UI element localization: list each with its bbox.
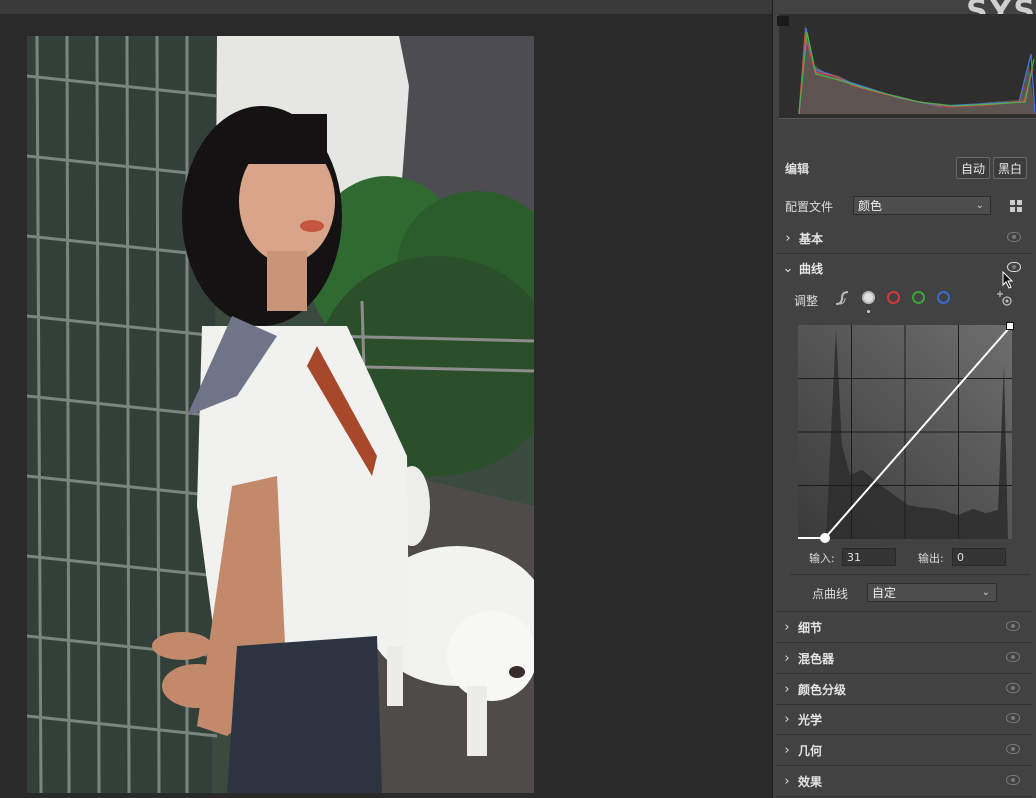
targeted-adjustment-icon[interactable] <box>996 290 1014 308</box>
chevron-right-icon: › <box>784 743 790 758</box>
photo-preview[interactable] <box>27 36 534 793</box>
parametric-curve-icon[interactable] <box>834 290 850 306</box>
active-channel-dot <box>867 310 870 313</box>
section-detail[interactable]: › 细节 <box>776 613 1032 643</box>
chevron-right-icon: › <box>785 231 791 246</box>
shadow-clipping-toggle[interactable] <box>777 16 789 26</box>
mouse-cursor-icon <box>1002 270 1014 289</box>
input-label: 输入: <box>809 552 835 565</box>
chevron-down-icon: ⌄ <box>782 261 794 276</box>
point-curve-select[interactable]: 自定 ⌄ <box>867 583 997 602</box>
section-mixer[interactable]: › 混色器 <box>776 644 1032 674</box>
divider <box>790 574 1030 575</box>
chevron-down-icon: ⌄ <box>981 587 990 598</box>
profile-label: 配置文件 <box>785 200 834 214</box>
profile-select[interactable]: 颜色 ⌄ <box>853 196 991 215</box>
section-color-grading[interactable]: › 颜色分级 <box>776 675 1032 705</box>
point-curve-label: 点曲线 <box>812 587 849 601</box>
chevron-down-icon: ⌄ <box>975 200 984 211</box>
input-field[interactable]: 31 <box>842 548 896 566</box>
profile-browser-icon[interactable] <box>1009 198 1023 212</box>
eye-icon[interactable] <box>1006 775 1020 785</box>
section-effects[interactable]: › 效果 <box>776 767 1032 797</box>
curve-point-white[interactable] <box>1006 322 1014 330</box>
histogram <box>779 14 1036 119</box>
chevron-right-icon: › <box>784 774 790 789</box>
section-curve[interactable]: ⌄ 曲线 <box>777 254 1033 283</box>
eye-icon[interactable] <box>1006 621 1020 631</box>
eye-icon[interactable] <box>1007 232 1021 242</box>
output-label: 输出: <box>918 552 944 565</box>
tone-curve-graph[interactable] <box>798 325 1012 539</box>
output-field[interactable]: 0 <box>952 548 1006 566</box>
black-white-button[interactable]: 黑白 <box>993 157 1027 179</box>
adjust-label: 调整 <box>794 294 819 308</box>
eye-icon[interactable] <box>1006 683 1020 693</box>
curve-point-black[interactable] <box>820 533 830 543</box>
eye-icon[interactable] <box>1006 652 1020 662</box>
section-geometry[interactable]: › 几何 <box>776 736 1032 766</box>
chevron-right-icon: › <box>784 682 790 697</box>
chevron-right-icon: › <box>784 651 790 666</box>
edit-title: 编辑 <box>785 162 810 176</box>
photo-image <box>27 36 534 793</box>
blue-channel-icon[interactable] <box>937 291 950 304</box>
divider <box>776 611 1032 612</box>
auto-button[interactable]: 自动 <box>956 157 990 179</box>
chevron-right-icon: › <box>784 620 790 635</box>
green-channel-icon[interactable] <box>912 291 925 304</box>
section-basic[interactable]: › 基本 <box>777 224 1033 254</box>
red-channel-icon[interactable] <box>887 291 900 304</box>
section-optics[interactable]: › 光学 <box>776 705 1032 735</box>
image-canvas[interactable] <box>0 14 772 798</box>
eye-icon[interactable] <box>1006 713 1020 723</box>
chevron-right-icon: › <box>784 712 790 727</box>
eye-icon[interactable] <box>1006 744 1020 754</box>
rgb-channel-icon[interactable] <box>862 291 875 304</box>
